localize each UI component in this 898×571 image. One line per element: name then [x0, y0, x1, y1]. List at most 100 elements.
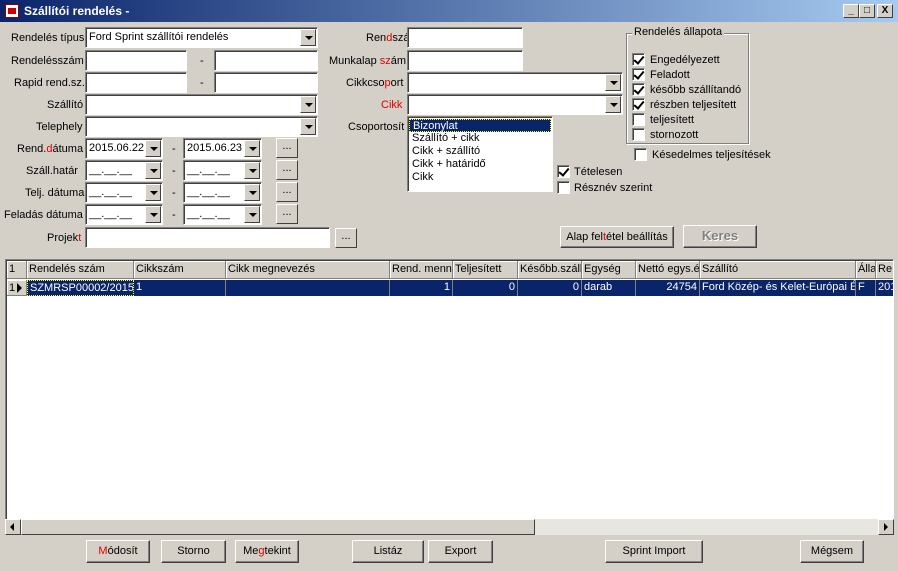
export-button[interactable]: Export [428, 540, 493, 563]
arrow-right-icon [884, 523, 888, 531]
storno-button[interactable]: Storno [161, 540, 226, 563]
megtekint-button[interactable]: Megtekint [235, 540, 299, 563]
list-item[interactable]: Bizonylat [409, 119, 551, 132]
results-grid[interactable]: 1 Rendelés szám Cikkszám Cikk megnevezés… [5, 259, 894, 520]
rendelesszam-from-input[interactable] [85, 50, 187, 71]
list-item[interactable]: Szállító + cikk [409, 132, 551, 145]
feladas-datum-picker-button[interactable]: ... [276, 204, 298, 224]
status-checkbox-teljesitett[interactable] [632, 113, 645, 126]
munkalap-szam-input[interactable] [407, 50, 523, 71]
table-cell[interactable]: 0 [453, 280, 518, 296]
keres-button[interactable]: Keres [683, 225, 757, 248]
telj-datum-picker-button[interactable]: ... [276, 182, 298, 202]
telj-datum-to[interactable]: __.__.__ [183, 182, 262, 203]
resznev-checkbox[interactable] [557, 181, 570, 194]
chevron-down-icon[interactable] [300, 29, 316, 46]
szall-hatar-picker-button[interactable]: ... [276, 160, 298, 180]
column-header[interactable]: Rend. menn [390, 261, 453, 279]
column-header[interactable]: Cikk megnevezés [226, 261, 390, 279]
rapid-to-input[interactable] [214, 72, 318, 93]
cikk-select[interactable] [407, 94, 623, 115]
column-header[interactable]: Re [876, 261, 893, 279]
list-item[interactable]: Cikk [409, 171, 551, 184]
status-checkbox-reszben[interactable] [632, 98, 645, 111]
label-szallito: Szállító [47, 99, 84, 111]
rend-datum-to[interactable]: 2015.06.23 [183, 138, 262, 159]
row-indicator[interactable]: 1 [7, 280, 27, 296]
chevron-down-icon[interactable] [145, 140, 161, 157]
scroll-right-button[interactable] [878, 519, 894, 535]
sprint-import-button[interactable]: Sprint Import [605, 540, 703, 563]
table-cell[interactable]: 1 [390, 280, 453, 296]
megsem-button[interactable]: Mégsem [800, 540, 864, 563]
rendeles-tipus-select[interactable]: Ford Sprint szállítói rendelés [85, 27, 318, 48]
close-button[interactable]: X [877, 4, 893, 18]
table-cell[interactable]: 24754 [636, 280, 700, 296]
status-checkbox-feladott[interactable] [632, 68, 645, 81]
column-header[interactable]: Nettó egys.é [636, 261, 700, 279]
scroll-left-button[interactable] [5, 519, 21, 535]
status-label: Feladott [650, 69, 690, 81]
chevron-down-icon[interactable] [244, 162, 260, 179]
scroll-thumb[interactable] [21, 519, 535, 535]
chevron-down-icon[interactable] [244, 140, 260, 157]
status-checkbox-stornozott[interactable] [632, 128, 645, 141]
status-checkbox-engedelyezett[interactable] [632, 53, 645, 66]
table-cell[interactable]: SZMRSP00002/2015 [27, 280, 134, 296]
list-item[interactable]: Cikk + szállító [409, 145, 551, 158]
alap-feltetel-button[interactable]: Alap feltétel beállítás [560, 226, 674, 248]
szallito-select[interactable] [85, 94, 318, 115]
column-header[interactable]: Egység [582, 261, 636, 279]
table-cell[interactable]: 201 [876, 280, 893, 296]
rendszam-input[interactable] [407, 27, 523, 48]
feladas-datum-to[interactable]: __.__.__ [183, 204, 262, 225]
chevron-down-icon[interactable] [145, 184, 161, 201]
chevron-down-icon[interactable] [300, 118, 316, 135]
cikkcsoport-select[interactable] [407, 72, 623, 93]
rend-datum-picker-button[interactable]: ... [276, 138, 298, 158]
szall-hatar-to[interactable]: __.__.__ [183, 160, 262, 181]
column-header[interactable]: Később.száll [518, 261, 582, 279]
chevron-down-icon[interactable] [605, 74, 621, 91]
chevron-down-icon[interactable] [244, 184, 260, 201]
tetelesen-checkbox[interactable] [557, 165, 570, 178]
label-feladas-datuma: Feladás dátuma [4, 209, 83, 221]
rend-datum-from[interactable]: 2015.06.22 [85, 138, 163, 159]
kesedelmes-checkbox[interactable] [634, 148, 647, 161]
telephely-select[interactable] [85, 116, 318, 137]
dash-separator: - [200, 77, 204, 89]
table-cell[interactable]: 0 [518, 280, 582, 296]
column-header[interactable]: Teljesített [453, 261, 518, 279]
chevron-down-icon[interactable] [244, 206, 260, 223]
table-cell[interactable] [226, 280, 390, 296]
list-item[interactable]: Cikk + határidő [409, 158, 551, 171]
chevron-down-icon[interactable] [300, 96, 316, 113]
table-cell[interactable]: 1 [134, 280, 226, 296]
column-header[interactable]: Álla [856, 261, 876, 279]
minimize-button[interactable]: _ [843, 4, 859, 18]
szall-hatar-from[interactable]: __.__.__ [85, 160, 163, 181]
table-cell[interactable]: darab [582, 280, 636, 296]
table-cell[interactable]: F [856, 280, 876, 296]
chevron-down-icon[interactable] [145, 206, 161, 223]
feladas-datum-from[interactable]: __.__.__ [85, 204, 163, 225]
horizontal-scrollbar[interactable] [5, 519, 894, 535]
chevron-down-icon[interactable] [145, 162, 161, 179]
projekt-input[interactable] [85, 227, 330, 248]
column-header[interactable]: Rendelés szám [27, 261, 134, 279]
grid-corner[interactable]: 1 [7, 261, 27, 279]
column-header[interactable]: Cikkszám [134, 261, 226, 279]
maximize-button[interactable]: □ [859, 4, 875, 18]
listaz-button[interactable]: Listáz [352, 540, 424, 563]
rapid-from-input[interactable] [85, 72, 187, 93]
csoportosit-listbox[interactable]: Bizonylat Szállító + cikk Cikk + szállít… [407, 116, 553, 192]
table-cell[interactable]: Ford Közép- és Kelet-Európai Ér [700, 280, 856, 296]
telj-datum-from[interactable]: __.__.__ [85, 182, 163, 203]
chevron-down-icon[interactable] [605, 96, 621, 113]
rendelesszam-to-input[interactable] [214, 50, 318, 71]
projekt-browse-button[interactable]: ... [335, 228, 357, 248]
arrow-left-icon [10, 523, 14, 531]
status-checkbox-kesobb[interactable] [632, 83, 645, 96]
modosit-button[interactable]: Módosít [86, 540, 150, 563]
column-header[interactable]: Szállító [700, 261, 856, 279]
